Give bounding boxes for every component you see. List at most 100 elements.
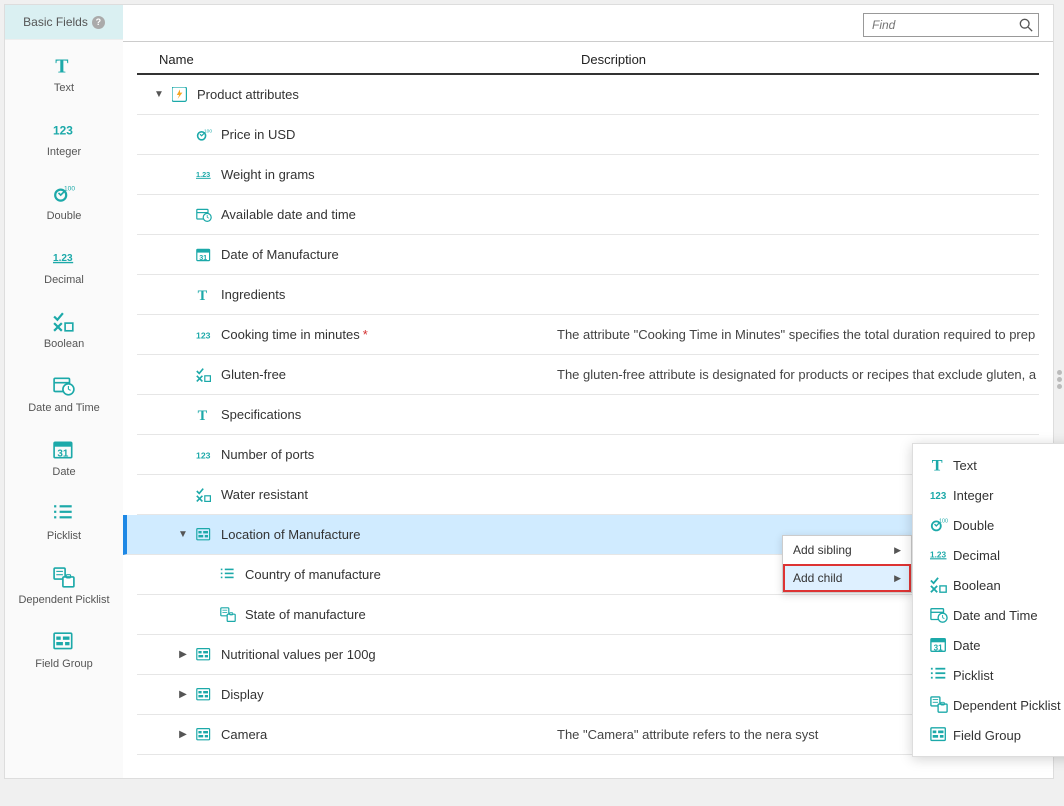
submenu-item-date[interactable]: Date [913,630,1064,660]
submenu-item-integer[interactable]: Integer [913,480,1064,510]
row-name: Specifications [221,407,301,422]
row-name: Water resistant [221,487,308,502]
sidebar-item-fieldgroup[interactable]: Field Group [5,616,123,680]
tree-row[interactable]: Number of ports [137,435,1039,475]
sidebar-item-label: Date and Time [28,402,100,414]
expand-arrow-icon[interactable]: ▶ [173,689,193,700]
row-name: Display [221,687,264,702]
submenu-item-text[interactable]: Text [913,450,1064,480]
sidebar-item-decimal[interactable]: Decimal [5,232,123,296]
double-icon [53,182,75,206]
search-icon[interactable] [1019,18,1033,32]
decimal-icon [193,167,215,183]
decimal-icon [53,246,75,270]
tree-row[interactable]: Date of Manufacture [137,235,1039,275]
tree-row[interactable]: ▶ Display [137,675,1039,715]
row-name: Gluten-free [221,367,286,382]
submenu-item-label: Text [953,458,977,473]
submenu-item-picklist[interactable]: Picklist [913,660,1064,690]
row-name: Cooking time in minutes [221,327,360,342]
integer-icon [193,327,215,343]
datetime-icon [193,207,215,223]
context-menu: Add sibling▶ Add child ▶ [782,535,912,593]
sidebar-item-label: Text [54,82,74,94]
picklist-icon [217,567,239,583]
boolean-icon [53,310,75,334]
row-name: Price in USD [221,127,295,142]
submenu-item-label: Boolean [953,578,1001,593]
tree-row[interactable]: Price in USD [137,115,1039,155]
sidebar-header-label: Basic Fields [23,15,88,29]
submenu-item-datetime[interactable]: Date and Time [913,600,1064,630]
tree-row[interactable]: State of manufacture [137,595,1039,635]
expand-arrow-icon[interactable]: ▶ [173,729,193,740]
dependent-icon [53,566,75,590]
drag-handle-icon[interactable] [1055,368,1064,391]
expand-arrow-icon[interactable]: ▼ [173,529,193,540]
boolean-icon [925,576,953,594]
row-name: Available date and time [221,207,356,222]
sidebar-item-integer[interactable]: Integer [5,104,123,168]
sidebar-item-label: Picklist [47,530,81,542]
column-name[interactable]: Name [151,52,581,67]
search-input[interactable] [863,13,1039,37]
context-item-label: Add sibling [793,543,852,557]
submenu-item-label: Integer [953,488,993,503]
context-add-sibling[interactable]: Add sibling▶ [783,536,911,564]
submenu-item-label: Double [953,518,994,533]
sidebar-item-label: Boolean [44,338,84,350]
decimal-icon [925,546,953,564]
main-panel: Name Description ▼ Product attributes Pric… [123,5,1053,778]
tree-row[interactable]: Weight in grams [137,155,1039,195]
dependent-icon [217,607,239,623]
tree-row[interactable]: Water resistant [137,475,1039,515]
sidebar-item-text[interactable]: Text [5,40,123,104]
sidebar-item-label: Dependent Picklist [18,594,109,606]
submenu-item-fieldgroup[interactable]: Field Group [913,720,1064,750]
context-add-child[interactable]: Add child ▶ [783,564,911,592]
context-item-label: Add child [793,571,842,585]
sidebar-header: Basic Fields ? [5,5,123,40]
sidebar-item-dependent[interactable]: Dependent Picklist [5,552,123,616]
tree-row[interactable]: ▶Nutritional values per 100g [137,635,1039,675]
tree-row[interactable]: Gluten-freeThe gluten-free attribute is … [137,355,1039,395]
chevron-right-icon: ▶ [894,573,901,584]
submenu-item-dependent[interactable]: Dependent Picklist [913,690,1064,720]
integer-icon [193,447,215,463]
sidebar-item-picklist[interactable]: Picklist [5,488,123,552]
tree-row[interactable]: Ingredients [137,275,1039,315]
picklist-icon [925,666,953,684]
text-icon [53,54,75,78]
submenu-item-label: Picklist [953,668,993,683]
double-icon [193,127,215,143]
datetime-icon [53,374,75,398]
text-icon [193,287,215,303]
submenu-item-double[interactable]: Double [913,510,1064,540]
tree-row[interactable]: ▼ Product attributes [137,75,1039,115]
tree-row[interactable]: Available date and time [137,195,1039,235]
row-name: Product attributes [197,87,299,102]
sidebar-item-date[interactable]: Date [5,424,123,488]
fieldgroup-icon [193,647,215,663]
help-icon[interactable]: ? [92,16,105,29]
datetime-icon [925,606,953,624]
sidebar-item-datetime[interactable]: Date and Time [5,360,123,424]
expand-arrow-icon[interactable]: ▼ [149,89,169,100]
boolean-icon [193,367,215,383]
sidebar-item-double[interactable]: Double [5,168,123,232]
sidebar: Basic Fields ? Text Integer Double Decimal B… [5,5,123,778]
text-icon [193,407,215,423]
submenu-item-decimal[interactable]: Decimal [913,540,1064,570]
tree-row[interactable]: Cooking time in minutes*The attribute "C… [137,315,1039,355]
sidebar-item-label: Double [47,210,82,222]
submenu-item-boolean[interactable]: Boolean [913,570,1064,600]
expand-arrow-icon[interactable]: ▶ [173,649,193,660]
search-field[interactable] [863,13,1039,37]
column-description[interactable]: Description [581,52,1025,67]
tree-row[interactable]: Specifications [137,395,1039,435]
column-headers: Name Description [137,42,1039,75]
row-name: Date of Manufacture [221,247,339,262]
integer-icon [53,118,75,142]
sidebar-item-boolean[interactable]: Boolean [5,296,123,360]
tree-row[interactable]: ▶CameraThe "Camera" attribute refers to … [137,715,1039,755]
